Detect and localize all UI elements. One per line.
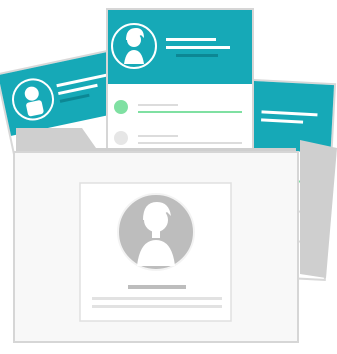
avatar-icon xyxy=(117,193,195,271)
profile-card xyxy=(79,182,232,322)
profile-cards-folder-illustration xyxy=(0,8,337,343)
avatar-icon xyxy=(111,23,157,69)
back-right-shadow xyxy=(300,140,337,278)
